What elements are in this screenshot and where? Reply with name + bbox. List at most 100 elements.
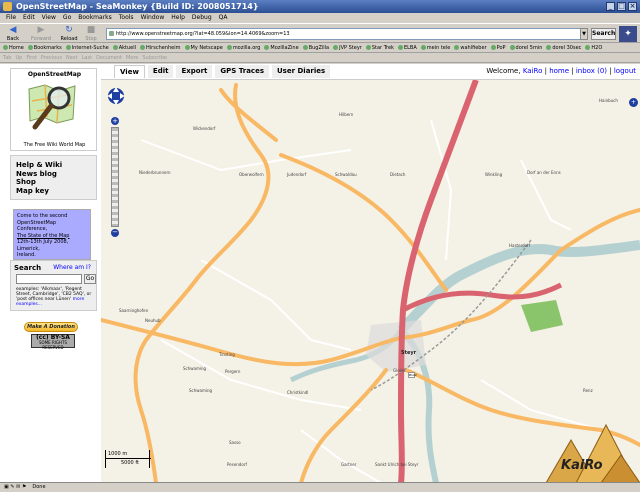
reload-button[interactable]: ↻ Reload [58, 25, 80, 43]
bookmark-item[interactable]: mozilla.org [226, 43, 260, 52]
tab-gps-traces[interactable]: GPS Traces [215, 65, 269, 78]
place-label: Gleink [393, 368, 406, 373]
shop-link[interactable]: Shop [16, 178, 91, 187]
menu-go[interactable]: Go [63, 13, 71, 23]
bookmark-item[interactable]: BugZilla [302, 43, 329, 52]
tab-user-diaries[interactable]: User Diaries [272, 65, 331, 78]
bookmark-item[interactable]: Bookmarks [27, 43, 62, 52]
inbox-link[interactable]: inbox (0) [576, 67, 607, 75]
search-panel: Search Where am I? Go examples: 'Alkmaar… [10, 260, 97, 311]
sitenav-item[interactable]: Tab [3, 54, 11, 62]
menu-debug[interactable]: Debug [192, 13, 212, 23]
bookmark-item[interactable]: dorel 5min [509, 43, 542, 52]
bookmark-item[interactable]: dorel 30sec [546, 43, 581, 52]
zoom-slider[interactable] [111, 127, 119, 227]
pan-control[interactable] [107, 85, 125, 107]
bookmark-item[interactable]: mein tele [420, 43, 450, 52]
place-label: Hilbern [339, 112, 354, 117]
url-dropdown-icon[interactable]: ▼ [580, 28, 588, 40]
bookmark-item[interactable]: Home [3, 43, 24, 52]
stop-button[interactable]: ■ Stop [80, 25, 102, 43]
magnifier-map-icon [28, 84, 76, 130]
map-tabs: View Edit Export GPS Traces User Diaries [114, 65, 331, 78]
place-label: Wickendorf [193, 126, 216, 131]
menu-window[interactable]: Window [141, 13, 165, 23]
menu-file[interactable]: File [6, 13, 16, 23]
go-button[interactable]: Go [84, 274, 96, 284]
logo-title: OpenStreetMap [27, 71, 82, 78]
map-key-link[interactable]: Map key [16, 187, 91, 196]
place-label: Neuhub [145, 318, 161, 323]
search-examples: examples: 'Alkmaar', 'Regent Street, Cam… [16, 287, 92, 307]
bookmark-item[interactable]: H2O [585, 43, 602, 52]
sitenav-item[interactable]: First [26, 54, 37, 62]
maximize-icon[interactable]: □ [617, 2, 626, 11]
sitenav-item[interactable]: Up [15, 54, 22, 62]
sitenav-item[interactable]: Previous [41, 54, 62, 62]
url-text: http://www.openstreetmap.org/?lat=48.059… [116, 31, 290, 37]
bookmark-item[interactable]: Hirschenheim [140, 43, 181, 52]
logout-link[interactable]: logout [614, 67, 636, 75]
slippy-map[interactable]: Wickendorf Hilbern Hainbuch Niederbrunne… [101, 79, 640, 482]
bookmark-item[interactable]: MozillaZine [264, 43, 299, 52]
sitenav-item[interactable]: More [126, 54, 138, 62]
scale-bar: 1000 m 5000 ft [105, 450, 151, 468]
forward-button[interactable]: ▶ Forward [30, 25, 52, 43]
place-label: Hainbuch [599, 98, 618, 103]
bookmarks-toolbar: Home Bookmarks Internet-Suche Aktuell Hi… [0, 43, 640, 53]
left-sidebar: OpenStreetMap The Free Wiki World Map He… [0, 64, 101, 482]
bookmark-icon [27, 45, 33, 50]
place-label: Schwaldau [335, 172, 357, 177]
osm-logo[interactable]: OpenStreetMap The Free Wiki World Map [10, 68, 97, 151]
place-label: Niederbrunnern [139, 170, 171, 175]
minimize-icon[interactable]: _ [606, 2, 615, 11]
tab-edit[interactable]: Edit [147, 65, 174, 78]
help-wiki-link[interactable]: Help & Wiki [16, 161, 91, 170]
bookmark-item[interactable]: Star Trek [365, 43, 394, 52]
news-blog-link[interactable]: News blog [16, 170, 91, 179]
status-bar: ▣ ✎ ✉ ⚑ Done [0, 482, 640, 492]
seamonkey-throbber-icon[interactable]: ✦ [619, 26, 637, 42]
where-am-i-link[interactable]: Where am I? [53, 264, 91, 271]
bookmark-item[interactable]: wahlfieber [454, 43, 487, 52]
cc-license-badge[interactable]: (cc) BY-SA SOME RIGHTS RESERVED [31, 334, 75, 350]
menu-bookmarks[interactable]: Bookmarks [78, 13, 112, 23]
menu-tools[interactable]: Tools [119, 13, 134, 23]
menu-help[interactable]: Help [171, 13, 185, 23]
zoom-out-button[interactable]: − [111, 229, 119, 237]
river-enns [397, 240, 640, 334]
bookmark-item[interactable]: Internet-Suche [65, 43, 109, 52]
back-button[interactable]: ◀ Back [2, 25, 24, 43]
sitenav-item[interactable]: Document [96, 54, 122, 62]
bookmark-item[interactable]: My Netscape [184, 43, 223, 52]
sitenav-item[interactable]: Subscribe [142, 54, 167, 62]
search-button[interactable]: Search [591, 28, 616, 40]
bookmark-item[interactable]: JVP Steyr [333, 43, 362, 52]
bookmark-item[interactable]: Aktuell [112, 43, 136, 52]
tab-view[interactable]: View [114, 65, 145, 78]
menu-edit[interactable]: Edit [23, 13, 35, 23]
home-link[interactable]: home [549, 67, 569, 75]
sitenav-item[interactable]: Last [82, 54, 92, 62]
sitenav-item[interactable]: Next [66, 54, 78, 62]
bookmark-item[interactable]: ELBA [397, 43, 417, 52]
navigation-toolbar: ◀ Back ▶ Forward ↻ Reload ■ Stop http://www.… [0, 23, 640, 43]
menu-view[interactable]: View [42, 13, 56, 23]
close-icon[interactable]: × [628, 2, 637, 11]
place-label: Christkindl [287, 390, 309, 395]
search-input[interactable] [16, 274, 82, 284]
tab-export[interactable]: Export [176, 65, 213, 78]
donate-button[interactable]: Make A Donation [24, 322, 78, 332]
bookmark-item[interactable]: PoP [490, 43, 506, 52]
bookmark-icon [112, 45, 118, 50]
window-title: OpenStreetMap - SeaMonkey {Build ID: 200… [16, 2, 259, 11]
place-label: Schwaming [183, 366, 207, 371]
layer-switcher-icon[interactable]: + [629, 98, 638, 107]
zoom-in-button[interactable]: + [111, 117, 119, 125]
user-link[interactable]: KaiRo [523, 67, 543, 75]
bookmark-icon [365, 45, 371, 50]
bookmark-icon [226, 45, 232, 50]
bookmark-icon [509, 45, 515, 50]
menu-qa[interactable]: QA [219, 13, 228, 23]
url-bar[interactable]: http://www.openstreetmap.org/?lat=48.059… [106, 28, 588, 40]
